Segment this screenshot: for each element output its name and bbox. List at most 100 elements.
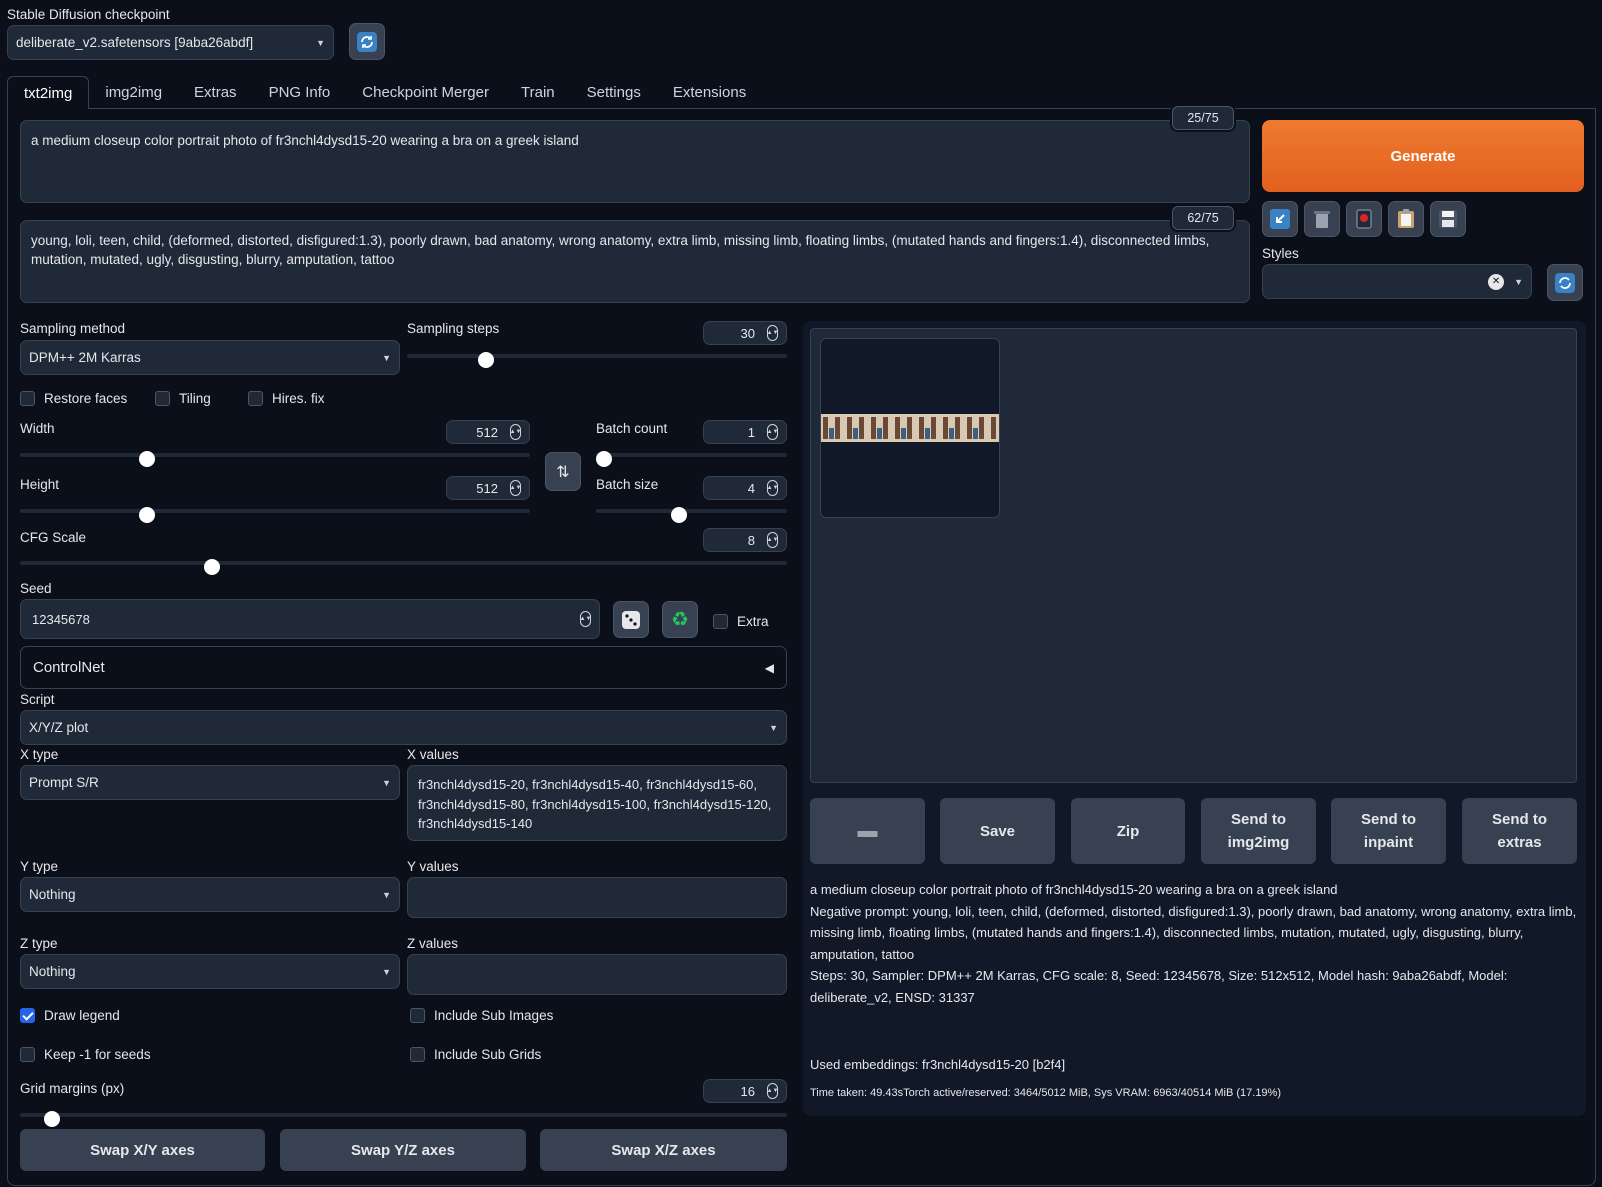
- save-button[interactable]: Save: [940, 798, 1055, 864]
- spinner-icon: ▲▼: [510, 424, 521, 440]
- batch-count-input[interactable]: 1 ▲▼: [703, 420, 787, 444]
- slider-knob[interactable]: [671, 507, 688, 523]
- spinner-icon: ▲▼: [767, 480, 778, 496]
- apply-style-button[interactable]: [1388, 201, 1424, 237]
- slider-knob[interactable]: [596, 451, 612, 467]
- width-input[interactable]: 512 ▲▼: [446, 420, 530, 444]
- tab-checkpoint-merger[interactable]: Checkpoint Merger: [346, 76, 505, 109]
- refresh-checkpoint-button[interactable]: [349, 23, 385, 60]
- draw-legend-checkbox[interactable]: [20, 1008, 35, 1023]
- sampling-method-select[interactable]: DPM++ 2M Karras ▼: [20, 340, 400, 375]
- swap-yz-button[interactable]: Swap Y/Z axes: [280, 1129, 526, 1171]
- batch-size-slider[interactable]: [596, 507, 787, 523]
- tab-img2img[interactable]: img2img: [89, 76, 178, 109]
- include-sub-grids-checkbox[interactable]: [410, 1047, 425, 1062]
- tab-settings[interactable]: Settings: [571, 76, 657, 109]
- negative-prompt-textarea[interactable]: young, loli, teen, child, (deformed, dis…: [20, 220, 1250, 303]
- batch-count-slider[interactable]: [596, 451, 787, 467]
- styles-select[interactable]: ✕ ▼: [1262, 264, 1532, 299]
- sampling-steps-input[interactable]: 30 ▲▼: [703, 321, 787, 345]
- slider-track[interactable]: [20, 453, 530, 457]
- send-to-extras-button[interactable]: Send to extras: [1462, 798, 1577, 864]
- seed-input[interactable]: 12345678 ▲▼: [20, 599, 600, 639]
- clear-icon[interactable]: ✕: [1488, 273, 1505, 290]
- draw-legend-option[interactable]: Draw legend: [20, 1008, 120, 1023]
- z-type-select[interactable]: Nothing ▼: [20, 954, 400, 989]
- x-type-select[interactable]: Prompt S/R ▼: [20, 765, 400, 800]
- tiling-option[interactable]: Tiling: [155, 391, 211, 406]
- slider-track[interactable]: [20, 509, 530, 513]
- swap-dimensions-button[interactable]: ⇅: [545, 452, 581, 491]
- tab-train[interactable]: Train: [505, 76, 571, 109]
- tab-extras[interactable]: Extras: [178, 76, 253, 109]
- cfg-scale-label: CFG Scale: [20, 530, 87, 545]
- z-values-input[interactable]: [407, 954, 787, 995]
- extra-networks-button[interactable]: [1346, 201, 1382, 237]
- restore-faces-checkbox[interactable]: [20, 391, 35, 406]
- script-select[interactable]: X/Y/Z plot ▼: [20, 710, 787, 745]
- sampling-steps-slider[interactable]: [407, 352, 787, 368]
- slider-knob[interactable]: [203, 559, 220, 575]
- extra-seed-checkbox[interactable]: [713, 614, 728, 629]
- generate-button[interactable]: Generate: [1262, 120, 1584, 192]
- controlnet-accordion[interactable]: ControlNet ◀: [20, 646, 787, 689]
- draw-legend-label: Draw legend: [44, 1008, 120, 1023]
- keep-seeds-option[interactable]: Keep -1 for seeds: [20, 1047, 151, 1062]
- height-value: 512: [476, 480, 498, 496]
- slider-knob[interactable]: [138, 451, 155, 467]
- y-type-select[interactable]: Nothing ▼: [20, 877, 400, 912]
- refresh-styles-button[interactable]: [1547, 264, 1583, 301]
- hires-fix-option[interactable]: Hires. fix: [248, 391, 325, 406]
- restore-faces-option[interactable]: Restore faces: [20, 391, 127, 406]
- slider-knob[interactable]: [138, 507, 155, 523]
- slider-knob[interactable]: [478, 352, 495, 368]
- cfg-scale-slider[interactable]: [20, 559, 787, 575]
- tab-png-info[interactable]: PNG Info: [253, 76, 347, 109]
- clear-prompt-button[interactable]: [1304, 201, 1340, 237]
- result-thumbnail[interactable]: [820, 338, 1000, 518]
- include-sub-grids-option[interactable]: Include Sub Grids: [410, 1047, 541, 1062]
- grid-margins-slider[interactable]: [20, 1111, 787, 1127]
- read-params-button[interactable]: [1262, 201, 1298, 237]
- open-folder-button[interactable]: ▬: [810, 798, 925, 864]
- slider-knob[interactable]: [44, 1111, 61, 1127]
- extra-seed-option[interactable]: Extra: [713, 614, 769, 629]
- sampling-method-label: Sampling method: [20, 321, 126, 336]
- grid-margins-input[interactable]: 16 ▲▼: [703, 1079, 787, 1103]
- width-slider[interactable]: [20, 451, 530, 467]
- tiling-checkbox[interactable]: [155, 391, 170, 406]
- include-sub-images-checkbox[interactable]: [410, 1008, 425, 1023]
- slider-track[interactable]: [20, 561, 787, 565]
- slider-track[interactable]: [20, 1113, 787, 1117]
- batch-count-value: 1: [747, 424, 755, 440]
- hires-fix-checkbox[interactable]: [248, 391, 263, 406]
- prompt-textarea[interactable]: a medium closeup color portrait photo of…: [20, 120, 1250, 203]
- checkpoint-select[interactable]: deliberate_v2.safetensors [9aba26abdf] ▼: [7, 25, 334, 60]
- send-to-img2img-button[interactable]: Send to img2img: [1201, 798, 1316, 864]
- zip-button[interactable]: Zip: [1071, 798, 1185, 864]
- z-type-label: Z type: [20, 936, 58, 951]
- cfg-scale-value: 8: [747, 532, 755, 548]
- x-values-textarea[interactable]: fr3nchl4dysd15-20, fr3nchl4dysd15-40, fr…: [407, 765, 787, 841]
- include-sub-images-option[interactable]: Include Sub Images: [410, 1008, 553, 1023]
- cfg-scale-input[interactable]: 8 ▲▼: [703, 528, 787, 552]
- chevron-down-icon: ▼: [382, 777, 391, 788]
- extra-seed-label: Extra: [737, 614, 769, 629]
- reuse-seed-button[interactable]: ♻: [662, 601, 698, 638]
- swap-xz-button[interactable]: Swap X/Z axes: [540, 1129, 787, 1171]
- swap-xy-button[interactable]: Swap X/Y axes: [20, 1129, 265, 1171]
- random-seed-button[interactable]: [613, 601, 649, 638]
- batch-size-input[interactable]: 4 ▲▼: [703, 476, 787, 500]
- slider-track[interactable]: [407, 354, 787, 358]
- slider-track[interactable]: [596, 509, 787, 513]
- tab-txt2img[interactable]: txt2img: [7, 76, 90, 109]
- clipboard-icon: [1398, 209, 1414, 228]
- save-style-button[interactable]: [1430, 201, 1466, 237]
- y-values-input[interactable]: [407, 877, 787, 918]
- slider-track[interactable]: [596, 453, 787, 457]
- send-to-inpaint-button[interactable]: Send to inpaint: [1331, 798, 1446, 864]
- tab-extensions[interactable]: Extensions: [657, 76, 762, 109]
- height-input[interactable]: 512 ▲▼: [446, 476, 530, 500]
- keep-seeds-checkbox[interactable]: [20, 1047, 35, 1062]
- height-slider[interactable]: [20, 507, 530, 523]
